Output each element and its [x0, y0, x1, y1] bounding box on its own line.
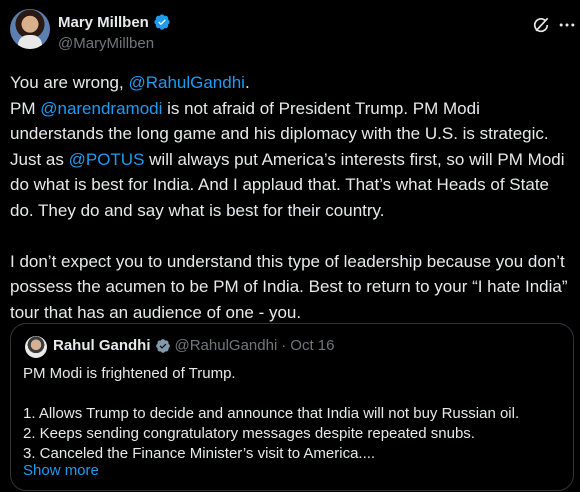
- mention-link[interactable]: @POTUS: [69, 150, 145, 169]
- quoted-post-date: Oct 16: [290, 337, 335, 354]
- quoted-post-text: PM Modi is frightened of Trump. 1. Allow…: [23, 364, 563, 464]
- post-paragraph-3: I don’t expect you to understand this ty…: [10, 251, 568, 322]
- post-text-segment: You are wrong,: [10, 73, 129, 92]
- author-avatar[interactable]: [10, 9, 50, 49]
- quoted-list-item: 3. Canceled the Finance Minister’s visit…: [23, 445, 376, 462]
- show-more-link[interactable]: Show more: [23, 462, 99, 479]
- more-options-icon[interactable]: [557, 15, 577, 35]
- separator-dot: ·: [281, 337, 287, 354]
- post-header: Mary Millben @MaryMillben: [0, 0, 580, 62]
- author-handle[interactable]: @MaryMillben: [58, 35, 154, 52]
- post-text-segment: .: [244, 73, 250, 92]
- grok-icon[interactable]: [531, 15, 551, 35]
- quoted-post-card[interactable]: Rahul Gandhi @RahulGandhi · Oct 16 PM Mo…: [10, 323, 574, 491]
- quoted-author-handle: @RahulGandhi: [174, 337, 278, 354]
- post-text: You are wrong, @RahulGandhi. PM @narendr…: [10, 70, 576, 325]
- quoted-line: PM Modi is frightened of Trump.: [23, 365, 236, 382]
- quoted-author-name: Rahul Gandhi: [53, 337, 151, 354]
- quoted-list-item: 2. Keeps sending congratulatory messages…: [23, 425, 475, 442]
- quoted-author-avatar: [25, 336, 47, 358]
- verified-badge-icon: [155, 338, 170, 353]
- author-name-row: Mary Millben: [58, 13, 171, 31]
- mention-link[interactable]: @RahulGandhi: [128, 73, 245, 92]
- quoted-list-item: 1. Allows Trump to decide and announce t…: [23, 405, 520, 422]
- post-paragraph-2: PM @narendramodi is not afraid of Presid…: [10, 96, 576, 224]
- mention-link[interactable]: @narendramodi: [40, 99, 162, 118]
- post-paragraph-1: You are wrong, @RahulGandhi.: [10, 70, 576, 96]
- author-display-name[interactable]: Mary Millben: [58, 14, 149, 31]
- quoted-post-header: Rahul Gandhi @RahulGandhi · Oct 16: [53, 337, 334, 354]
- verified-badge-icon: [154, 14, 170, 30]
- post-text-segment: PM: [10, 98, 41, 118]
